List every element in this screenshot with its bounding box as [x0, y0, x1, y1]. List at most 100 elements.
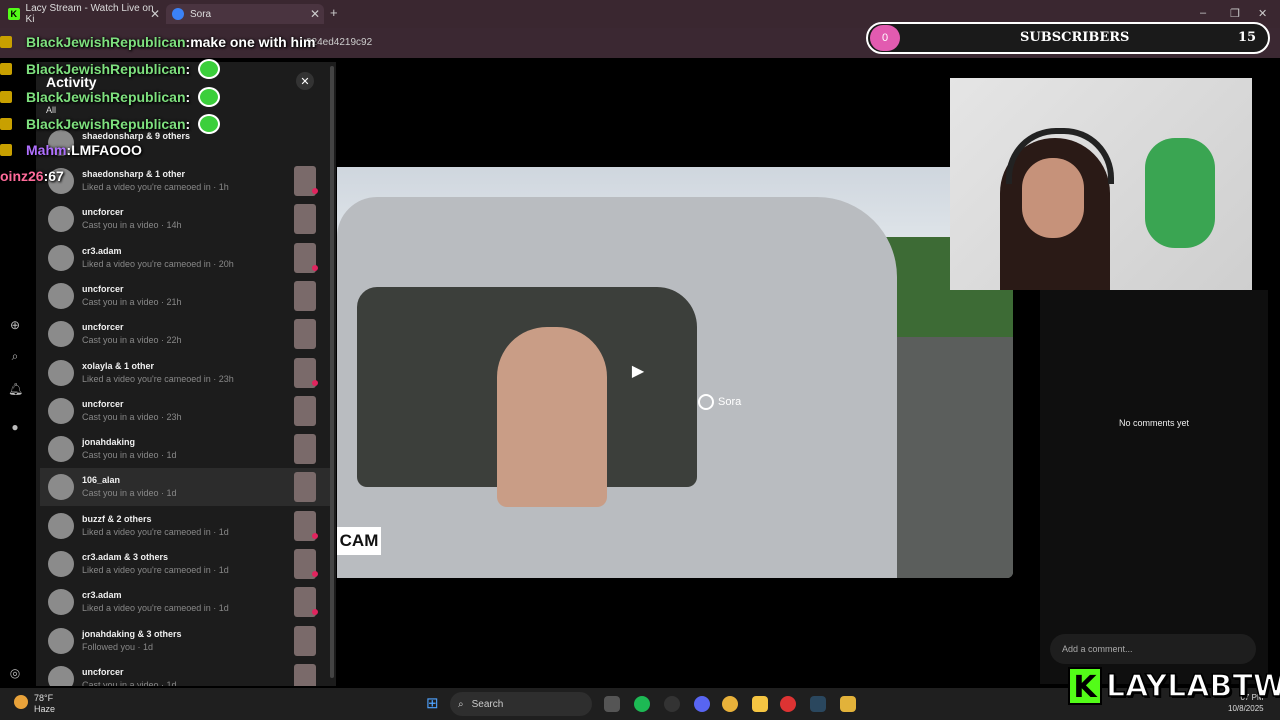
video-thumbnail[interactable]: [294, 395, 316, 426]
profile-icon[interactable]: ●: [8, 420, 22, 434]
chat-username[interactable]: BlackJewishRepublican: [26, 61, 186, 77]
list-item[interactable]: uncforcer Cast you in a video · 22h: [40, 315, 330, 353]
chat-username[interactable]: BlackJewishRepublican: [26, 34, 186, 50]
video-thumbnail[interactable]: [294, 319, 316, 350]
list-item[interactable]: cr3.adam & 3 others Liked a video you're …: [40, 545, 330, 583]
chat-message: BlackJewishRepublican :: [0, 86, 221, 108]
sub-badge-icon: [0, 118, 12, 130]
like-icon: [312, 264, 318, 271]
chat-username[interactable]: Mahm: [26, 142, 66, 158]
play-icon[interactable]: ▶: [625, 359, 651, 385]
tab-sora[interactable]: Sora ✕: [166, 4, 324, 24]
avatar[interactable]: [48, 359, 74, 386]
avatar[interactable]: [48, 589, 74, 616]
list-item[interactable]: cr3.adam Liked a video you're cameoed in …: [40, 583, 330, 621]
list-item[interactable]: uncforcer Cast you in a video · 21h: [40, 277, 330, 315]
video-thumbnail[interactable]: [294, 625, 316, 656]
list-item[interactable]: uncforcer Cast you in a video · 14h: [40, 200, 330, 238]
app-icon[interactable]: [664, 696, 680, 712]
list-item[interactable]: uncforcer Cast you in a video · 1d: [40, 660, 330, 686]
subs-count-left: 0: [870, 25, 900, 51]
app-icon[interactable]: [840, 696, 856, 712]
avatar[interactable]: [48, 627, 74, 654]
search-icon[interactable]: ⌕: [8, 349, 22, 363]
list-item[interactable]: cr3.adam Liked a video you're cameoed in …: [40, 239, 330, 277]
list-item[interactable]: jonahdaking Cast you in a video · 1d: [40, 430, 330, 468]
activity-name: 106_alan: [82, 475, 121, 486]
close-icon[interactable]: ✕: [296, 72, 314, 90]
activity-name: uncforcer: [82, 666, 124, 677]
list-item[interactable]: jonahdaking & 3 others Followed you · 1d: [40, 622, 330, 660]
app-icon[interactable]: [780, 696, 796, 712]
like-icon: [312, 609, 318, 616]
avatar[interactable]: [48, 512, 74, 539]
new-tab-button[interactable]: +: [330, 5, 338, 20]
avatar[interactable]: [48, 397, 74, 424]
avatar[interactable]: [48, 244, 74, 271]
bell-icon[interactable]: 🔔︎: [8, 382, 23, 396]
close-window-icon[interactable]: ✕: [1258, 7, 1267, 20]
close-icon[interactable]: ✕: [310, 7, 320, 21]
no-comments-text: No comments yet: [1118, 418, 1190, 428]
close-icon[interactable]: ✕: [150, 7, 160, 21]
video-thumbnail[interactable]: [294, 204, 316, 235]
list-item[interactable]: 106_alan Cast you in a video · 1d: [40, 468, 330, 507]
activity-desc: Liked a video you're cameoed in · 20h: [82, 258, 234, 269]
video-player[interactable]: ▶ Sora CAM: [337, 167, 1013, 578]
avatar[interactable]: [48, 206, 74, 233]
chat-username[interactable]: BlackJewishRepublican: [26, 116, 186, 132]
chat-message: Mahm : LMFAOOO: [0, 139, 142, 161]
activity-desc: Cast you in a video · 14h: [82, 220, 182, 231]
chat-text: 67: [48, 168, 64, 184]
streamer-logo: K LAYLABTW: [1068, 666, 1280, 706]
discord-icon[interactable]: [694, 696, 710, 712]
weather-icon[interactable]: [14, 695, 28, 709]
video-thumbnail[interactable]: [294, 472, 316, 503]
chat-separator: :: [185, 89, 191, 105]
search-icon: ⌕: [458, 698, 464, 710]
steam-icon[interactable]: [810, 696, 826, 712]
chrome-icon[interactable]: [722, 696, 738, 712]
scrollbar[interactable]: [330, 66, 334, 678]
list-item[interactable]: buzzf & 2 others Liked a video you're cam…: [40, 507, 330, 545]
chat-text: LMFAOOO: [71, 142, 142, 158]
sora-watermark: Sora: [698, 394, 741, 410]
activity-name: cr3.adam & 3 others: [82, 552, 169, 562]
comment-input[interactable]: Add a comment...: [1050, 634, 1256, 664]
avatar[interactable]: [48, 321, 74, 348]
tab-title: Sora: [190, 8, 212, 20]
watermark-label: Sora: [718, 396, 742, 408]
avatar[interactable]: [48, 436, 74, 463]
activity-desc: Liked a video you're cameoed in · 1d: [82, 565, 229, 575]
chat-username[interactable]: BlackJewishRepublican: [26, 89, 186, 105]
activity-desc: Cast you in a video · 1d: [82, 450, 177, 461]
taskbar-search[interactable]: ⌕ Search: [450, 692, 592, 716]
video-thumbnail[interactable]: [294, 663, 316, 686]
avatar[interactable]: [48, 282, 74, 309]
sub-badge-icon: [0, 36, 12, 48]
tab-kick[interactable]: K Lacy Stream - Watch Live on Ki ✕: [8, 3, 160, 25]
avatar[interactable]: [48, 665, 74, 686]
weather-widget[interactable]: 78°F Haze: [34, 693, 55, 715]
settings-icon[interactable]: ◎: [8, 666, 22, 680]
video-thumbnail[interactable]: [294, 434, 316, 465]
avatar[interactable]: [48, 551, 74, 577]
comments-panel: No comments yet Add a comment...: [1040, 290, 1268, 684]
video-thumbnail[interactable]: [294, 280, 316, 311]
chat-separator: :: [185, 116, 191, 132]
maximize-icon[interactable]: ❐: [1230, 7, 1240, 20]
minimize-icon[interactable]: –: [1200, 7, 1206, 19]
list-item[interactable]: xolayla & 1 other Liked a video you're ca…: [40, 354, 330, 392]
chat-username[interactable]: oinz26: [0, 168, 44, 184]
avatar[interactable]: [48, 474, 74, 501]
create-icon[interactable]: ⊕: [8, 318, 22, 332]
list-item[interactable]: uncforcer Cast you in a video · 23h: [40, 392, 330, 430]
list-item[interactable]: shaedonsharp & 1 other Liked a video you'…: [40, 162, 330, 200]
start-icon[interactable]: ⊞: [426, 696, 442, 712]
chat-message: oinz26 : 67: [0, 165, 64, 187]
folder-icon[interactable]: [752, 696, 768, 712]
search-label: Search: [471, 698, 504, 710]
task-view-icon[interactable]: [604, 696, 620, 712]
activity-name: buzzf & 2 others: [82, 513, 152, 524]
spotify-icon[interactable]: [634, 696, 650, 712]
